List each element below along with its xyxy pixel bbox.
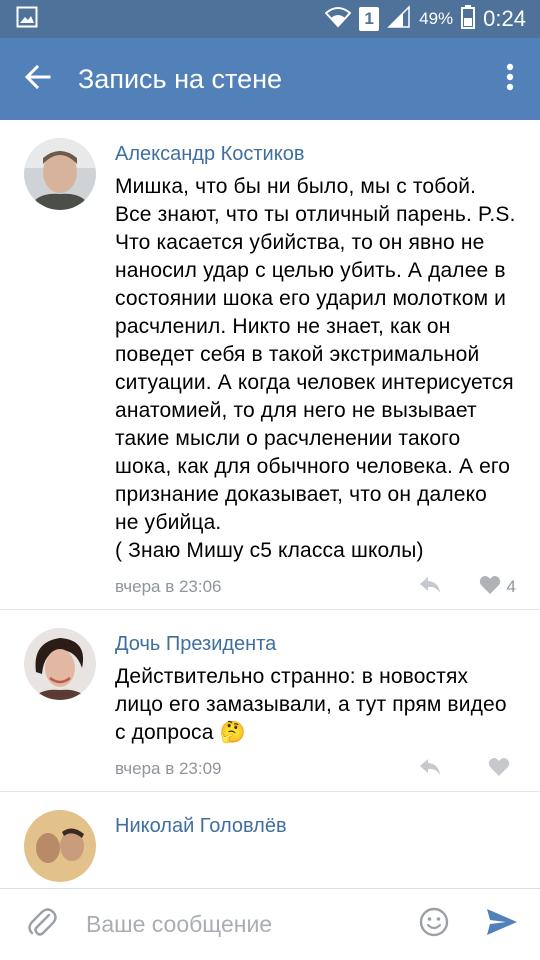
comment-time: вчера в 23:06 — [115, 577, 222, 596]
comment-footer: вчера в 23:06 4 — [115, 565, 516, 609]
wifi-icon — [324, 6, 352, 33]
attach-button[interactable] — [0, 889, 84, 960]
reply-button[interactable] — [410, 576, 450, 599]
like-button[interactable] — [476, 757, 516, 782]
more-menu-button[interactable] — [480, 38, 540, 120]
comment-text: Действительно странно: в новостях лицо е… — [115, 665, 513, 744]
more-vert-icon — [506, 63, 514, 96]
like-count: 4 — [506, 577, 516, 596]
comment-author[interactable]: Дочь Президента — [115, 630, 516, 658]
heart-icon — [479, 575, 501, 600]
comment-author[interactable]: Александр Костиков — [115, 140, 516, 168]
reply-button[interactable] — [410, 758, 450, 781]
avatar[interactable] — [24, 138, 96, 210]
comment-footer: вчера в 23:09 — [115, 747, 516, 791]
paperclip-icon — [27, 906, 57, 943]
reply-icon — [419, 758, 441, 781]
message-input[interactable] — [84, 900, 404, 949]
reply-icon — [419, 576, 441, 599]
battery-percent: 49% — [419, 9, 454, 28]
status-bar: 1 49% 0:24 — [0, 0, 540, 38]
smiley-icon — [419, 907, 449, 942]
avatar[interactable] — [24, 810, 96, 882]
back-button[interactable] — [0, 38, 76, 120]
battery-icon — [461, 4, 476, 34]
comment-item: Дочь Президента Действительно странно: в… — [0, 610, 540, 792]
heart-icon — [488, 757, 510, 782]
sim-badge: 1 — [359, 7, 380, 31]
send-button[interactable] — [464, 889, 540, 960]
message-composer — [0, 888, 540, 960]
app-bar: Запись на стене — [0, 38, 540, 120]
comment-author[interactable]: Николай Головлёв — [115, 812, 516, 840]
comment-item: Николай Головлёв — [0, 792, 540, 882]
page-title: Запись на стене — [78, 63, 283, 94]
image-notification-icon — [16, 6, 38, 33]
comments-list[interactable]: Александр Костиков Мишка, что бы ни было… — [0, 120, 540, 888]
signal-icon — [387, 4, 411, 34]
comment-time: вчера в 23:09 — [115, 759, 222, 778]
comment-item: Александр Костиков Мишка, что бы ни было… — [0, 120, 540, 610]
comment-text: Мишка, что бы ни было, мы с тобой. Все з… — [115, 175, 516, 562]
clock: 0:24 — [483, 6, 526, 31]
like-button[interactable]: 4 — [476, 575, 516, 600]
avatar[interactable] — [24, 628, 96, 700]
send-icon — [486, 908, 518, 941]
arrow-back-icon — [24, 64, 51, 95]
emoji-button[interactable] — [404, 889, 464, 960]
